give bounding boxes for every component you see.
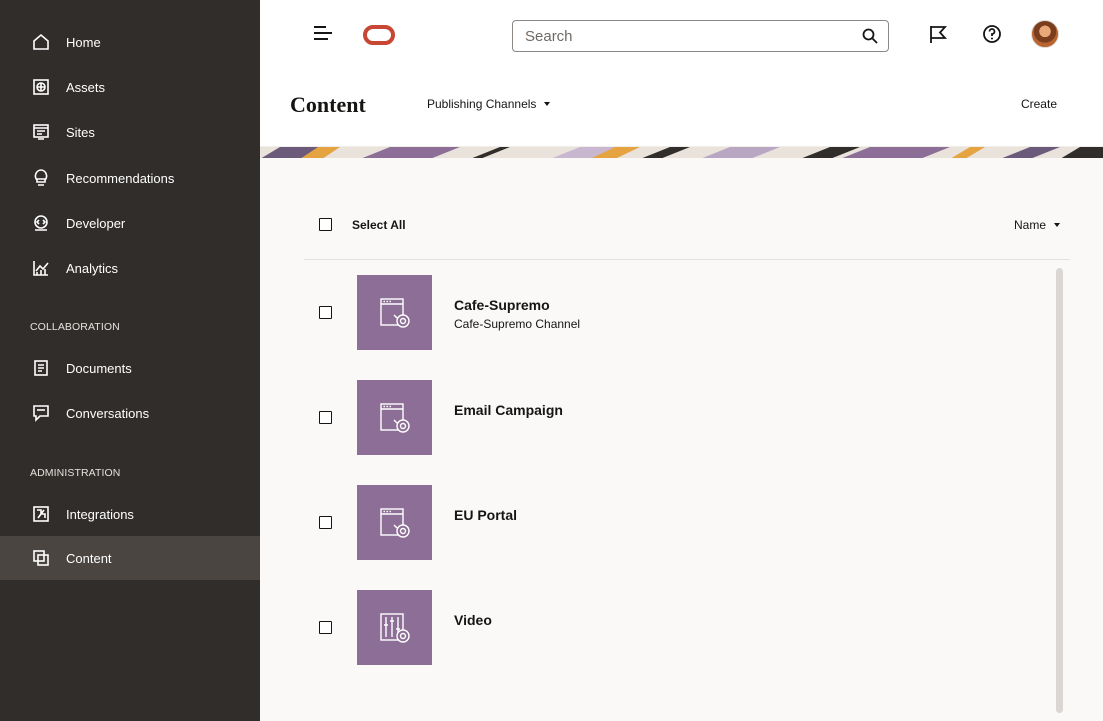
sidebar-item-label: Integrations [66,506,134,522]
analytics-icon [30,257,52,279]
sidebar-item-label: Sites [66,124,95,140]
decorative-banner [260,146,1103,158]
sidebar-item-label: Analytics [66,260,119,276]
item-name[interactable]: Cafe-Supremo [454,297,550,313]
page-title: Content [290,92,366,117]
flag-icon[interactable] [928,24,948,44]
chevron-down-icon [1054,223,1060,227]
row-checkbox[interactable] [319,411,332,424]
section-label-collaboration: COLLABORATION [30,321,120,333]
sidebar-item-label: Recommendations [66,170,175,186]
list-header: Select All Name [304,200,1070,260]
select-all-checkbox[interactable] [319,218,332,231]
sidebar-item-label: Documents [66,360,132,376]
sort-label: Name [1013,218,1046,232]
list-item[interactable]: Video [304,590,1044,666]
web-channel-icon[interactable] [357,380,432,455]
chevron-down-icon [544,102,551,106]
item-name[interactable]: EU Portal [454,507,517,523]
menu-icon[interactable] [314,26,332,40]
top-bar [260,0,1103,62]
sidebar-item-content[interactable]: Content [0,536,260,580]
integrations-icon [30,503,52,525]
lightbulb-icon [30,167,52,189]
web-channel-icon[interactable] [357,275,432,350]
sidebar-item-assets[interactable]: Assets [0,65,260,109]
sidebar-item-analytics[interactable]: Analytics [0,246,260,290]
item-name[interactable]: Email Campaign [454,402,563,418]
sidebar-item-documents[interactable]: Documents [0,346,260,390]
sidebar-item-label: Developer [66,215,126,231]
documents-icon [30,357,52,379]
section-label-administration: ADMINISTRATION [30,467,121,479]
create-button[interactable]: Create [1021,97,1057,111]
sidebar-item-developer[interactable]: Developer [0,201,260,245]
video-channel-icon[interactable] [357,590,432,665]
sort-dropdown[interactable]: Name [1014,218,1060,232]
list-item[interactable]: Cafe-Supremo Cafe-Supremo Channel [304,275,1044,351]
item-description: Cafe-Supremo Channel [454,317,581,331]
row-checkbox[interactable] [319,306,332,319]
sidebar-item-home[interactable]: Home [0,20,260,64]
sidebar-item-recommendations[interactable]: Recommendations [0,156,260,200]
search-icon[interactable] [862,28,878,44]
avatar[interactable] [1031,20,1059,48]
sidebar-item-conversations[interactable]: Conversations [0,391,260,435]
publishing-channels-dropdown[interactable]: Publishing Channels [427,97,551,111]
help-icon[interactable] [982,24,1002,44]
sidebar-item-label: Conversations [66,405,150,421]
developer-icon [30,212,52,234]
list-item[interactable]: EU Portal [304,485,1044,561]
sidebar: Home Assets Sites Recommendations Develo… [0,0,260,721]
content-icon [30,547,52,569]
select-all-label[interactable]: Select All [352,218,406,232]
search-input[interactable] [513,21,853,51]
oracle-logo[interactable] [363,25,395,45]
dropdown-label: Publishing Channels [427,97,537,111]
list-item[interactable]: Email Campaign [304,380,1044,456]
sidebar-item-label: Assets [66,79,106,95]
sidebar-item-label: Content [66,550,112,566]
sidebar-item-integrations[interactable]: Integrations [0,492,260,536]
row-checkbox[interactable] [319,516,332,529]
scrollbar[interactable] [1056,268,1063,713]
sidebar-item-sites[interactable]: Sites [0,110,260,154]
sites-icon [30,121,52,143]
page-header: Content Publishing Channels Create [260,62,1103,146]
item-name[interactable]: Video [454,612,492,628]
conversations-icon [30,402,52,424]
search-box [512,20,889,52]
web-channel-icon[interactable] [357,485,432,560]
row-checkbox[interactable] [319,621,332,634]
home-icon [30,31,52,53]
sidebar-item-label: Home [66,34,101,50]
assets-icon [30,76,52,98]
